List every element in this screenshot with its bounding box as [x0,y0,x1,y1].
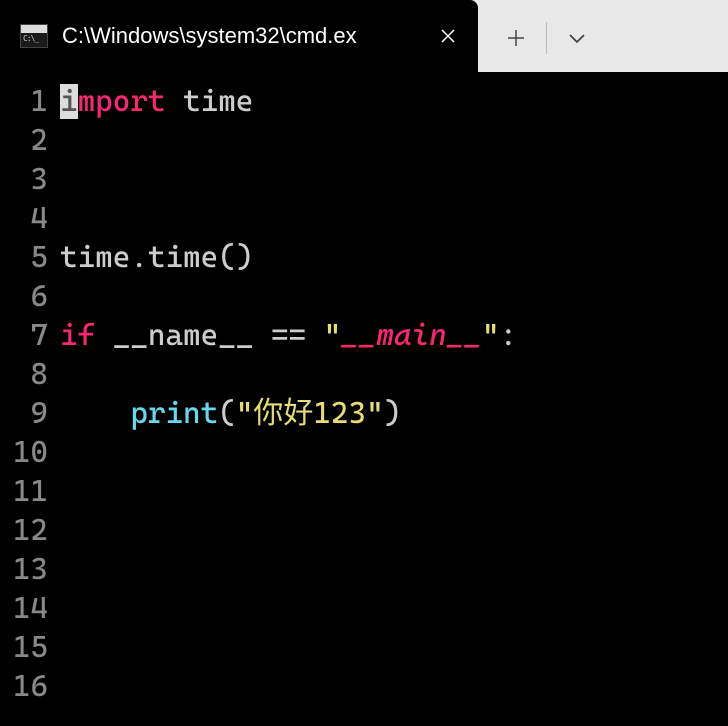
code-line [60,160,728,199]
code-line [60,667,728,706]
line-number: 3 [0,160,48,199]
code-line [60,550,728,589]
identifier-token: time [148,240,218,275]
code-line [60,472,728,511]
editor[interactable]: 1 2 3 4 5 6 7 8 9 10 11 12 13 14 15 16 i… [0,72,728,726]
line-number: 5 [0,238,48,277]
line-number: 11 [0,472,48,511]
string-token: 你好123 [253,396,366,431]
cursor: i [60,84,78,119]
code-line: if __name__ == "__main__": [60,316,728,355]
new-tab-button[interactable] [486,8,546,68]
module-token: time [183,84,253,119]
code-line [60,355,728,394]
code-line: time.time() [60,238,728,277]
line-number: 8 [0,355,48,394]
active-tab[interactable]: C:\Windows\system32\cmd.ex [0,0,478,72]
dunder-token: __name__ [113,318,254,353]
close-tab-button[interactable] [434,22,462,50]
code-line [60,121,728,160]
code-area[interactable]: import timetime.time()if __name__ == "__… [60,82,728,726]
line-number: 13 [0,550,48,589]
cmd-icon [20,24,48,48]
line-number: 9 [0,394,48,433]
code-line [60,199,728,238]
string-token: __main__ [341,318,482,353]
line-number: 14 [0,589,48,628]
tab-title: C:\Windows\system32\cmd.ex [62,23,420,49]
code-line: import time [60,82,728,121]
line-number: 12 [0,511,48,550]
line-number: 15 [0,628,48,667]
tab-actions [478,4,607,72]
line-gutter: 1 2 3 4 5 6 7 8 9 10 11 12 13 14 15 16 [0,82,60,726]
keyword-token: if [60,318,95,353]
code-line [60,433,728,472]
identifier-token: time [60,240,130,275]
code-line [60,511,728,550]
line-number: 10 [0,433,48,472]
line-number: 4 [0,199,48,238]
tab-bar: C:\Windows\system32\cmd.ex [0,0,728,72]
code-line: print("你好123") [60,394,728,433]
line-number: 16 [0,667,48,706]
code-line [60,589,728,628]
code-line [60,277,728,316]
tab-dropdown-button[interactable] [547,8,607,68]
code-line [60,628,728,667]
line-number: 1 [0,82,48,121]
line-number: 7 [0,316,48,355]
line-number: 6 [0,277,48,316]
operator-token: == [271,318,306,353]
builtin-token: print [130,396,218,431]
keyword-token: mport [78,84,166,119]
line-number: 2 [0,121,48,160]
